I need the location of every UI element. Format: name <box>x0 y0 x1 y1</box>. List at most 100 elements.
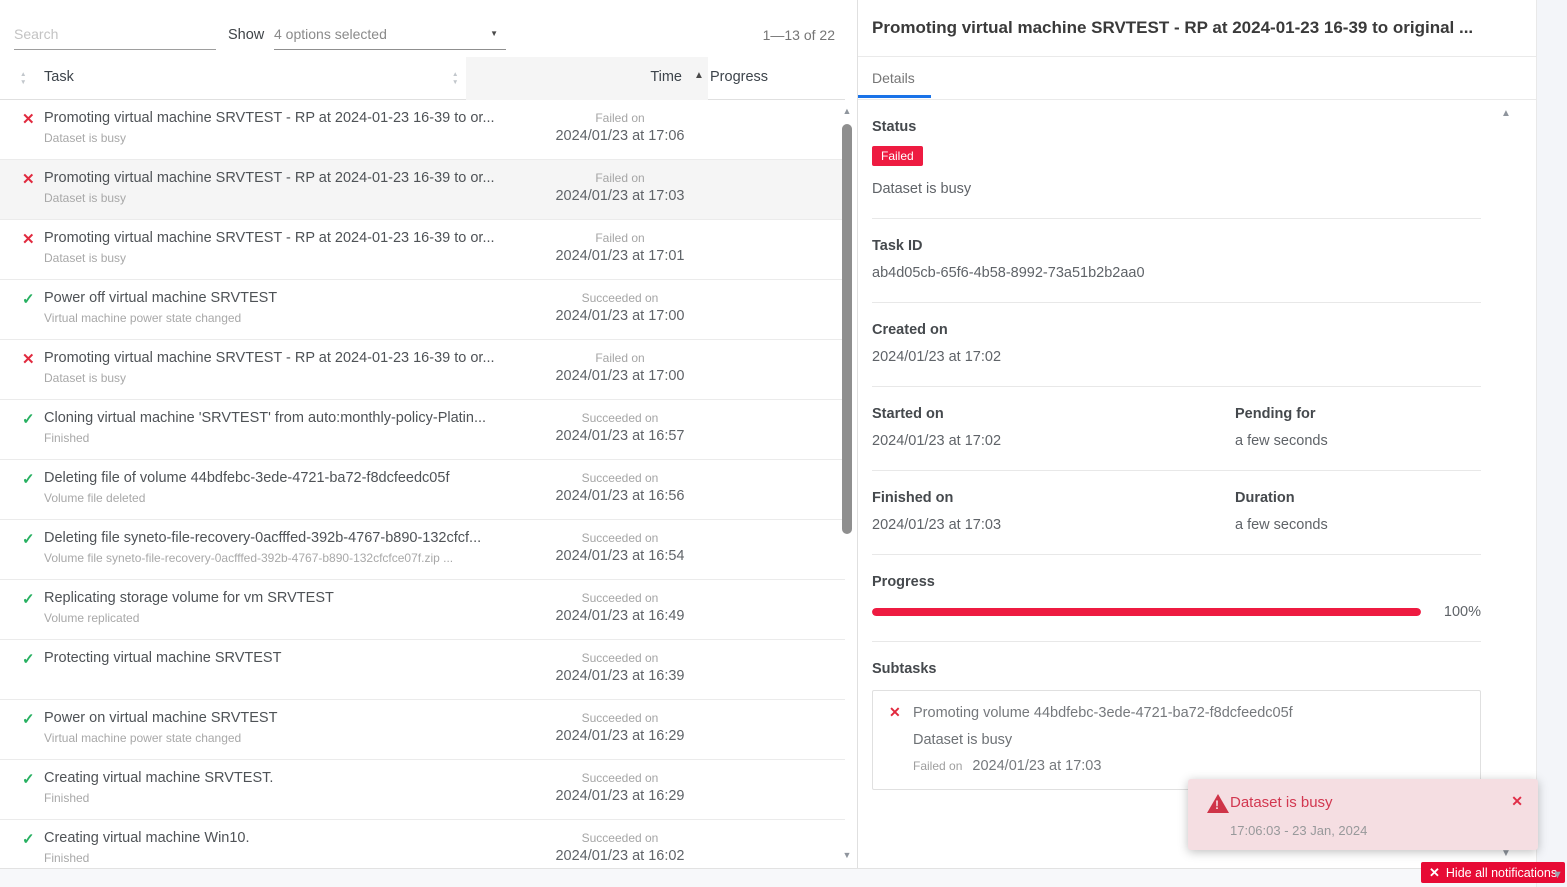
success-icon: ✓ <box>22 290 35 308</box>
created-label: Created on <box>872 322 1481 338</box>
task-subtitle: Finished <box>44 851 89 865</box>
task-row[interactable]: ✕ Promoting virtual machine SRVTEST - RP… <box>0 160 845 220</box>
task-time-value: 2024/01/23 at 17:01 <box>470 248 770 264</box>
task-row[interactable]: ✕ Promoting virtual machine SRVTEST - RP… <box>0 100 845 160</box>
column-header-progress[interactable]: Progress <box>710 69 768 85</box>
task-subtitle: Finished <box>44 431 89 445</box>
success-icon: ✓ <box>22 710 35 728</box>
column-header-task[interactable]: Task <box>44 69 74 85</box>
close-icon: ✕ <box>1429 865 1440 881</box>
task-subtitle: Volume file deleted <box>44 491 145 505</box>
close-icon[interactable]: ✕ <box>1511 793 1523 810</box>
task-title: Promoting virtual machine SRVTEST - RP a… <box>44 110 495 126</box>
task-subtitle: Dataset is busy <box>44 191 126 205</box>
task-time-label: Failed on <box>470 171 770 185</box>
task-time-label: Succeeded on <box>470 591 770 605</box>
task-row[interactable]: ✓ Cloning virtual machine 'SRVTEST' from… <box>0 400 845 460</box>
task-row[interactable]: ✓ Replicating storage volume for vm SRVT… <box>0 580 845 640</box>
started-label: Started on <box>872 406 1235 422</box>
task-title: Promoting virtual machine SRVTEST - RP a… <box>44 350 495 366</box>
task-time-label: Succeeded on <box>470 771 770 785</box>
task-time-cell: Succeeded on 2024/01/23 at 16:57 <box>470 400 770 459</box>
created-value: 2024/01/23 at 17:02 <box>872 349 1481 365</box>
success-icon: ✓ <box>22 830 35 848</box>
failed-icon: ✕ <box>22 230 35 248</box>
table-header: ▲▼ Task ▲▼ Time ▲ Progress <box>0 55 845 100</box>
progress-section: Progress 100% <box>872 555 1481 642</box>
status-filter-select[interactable]: 4 options selected ▼ <box>274 20 506 50</box>
task-id-section: Task ID ab4d05cb-65f6-4b58-8992-73a51b2b… <box>872 219 1481 303</box>
task-title: Power on virtual machine SRVTEST <box>44 710 277 726</box>
page-scrollbar-gutter[interactable] <box>1536 0 1567 887</box>
task-row[interactable]: ✓ Deleting file of volume 44bdfebc-3ede-… <box>0 460 845 520</box>
failed-icon: ✕ <box>22 350 35 368</box>
task-time-cell: Succeeded on 2024/01/23 at 16:29 <box>470 700 770 759</box>
task-row[interactable]: ✓ Power off virtual machine SRVTEST Virt… <box>0 280 845 340</box>
task-row[interactable]: ✓ Deleting file syneto-file-recovery-0ac… <box>0 520 845 580</box>
task-row[interactable]: ✓ Creating virtual machine Win10. Finish… <box>0 820 845 868</box>
task-time-cell: Succeeded on 2024/01/23 at 16:54 <box>470 520 770 579</box>
detail-tab-bar: Details <box>858 57 1536 100</box>
task-time-cell: Succeeded on 2024/01/23 at 16:56 <box>470 460 770 519</box>
task-title: Creating virtual machine Win10. <box>44 830 250 846</box>
detail-content: Status Failed Dataset is busy Task ID ab… <box>872 100 1481 811</box>
task-time-label: Succeeded on <box>470 651 770 665</box>
status-label: Status <box>872 119 1481 135</box>
task-title: Deleting file syneto-file-recovery-0acff… <box>44 530 481 546</box>
failed-icon: ✕ <box>22 170 35 188</box>
duration-value: a few seconds <box>1235 517 1481 533</box>
hide-all-notifications-button[interactable]: ✕ Hide all notifications <box>1421 862 1565 883</box>
scroll-up-icon[interactable]: ▲ <box>840 106 854 116</box>
started-value: 2024/01/23 at 17:02 <box>872 433 1235 449</box>
task-title: Cloning virtual machine 'SRVTEST' from a… <box>44 410 486 426</box>
task-time-value: 2024/01/23 at 16:57 <box>470 428 770 444</box>
task-detail-panel: Promoting virtual machine SRVTEST - RP a… <box>858 0 1536 868</box>
pagination-label: 1—13 of 22 <box>763 27 835 43</box>
task-id-value: ab4d05cb-65f6-4b58-8992-73a51b2b2aa0 <box>872 265 1481 281</box>
column-header-time[interactable]: Time <box>466 69 682 85</box>
task-list-panel: Show 4 options selected ▼ 1—13 of 22 ▲▼ … <box>0 0 858 868</box>
corner-caret-down-icon[interactable]: ▼ <box>1552 869 1563 881</box>
progress-label: Progress <box>872 574 1481 590</box>
task-row[interactable]: ✓ Protecting virtual machine SRVTEST Suc… <box>0 640 845 700</box>
task-title: Replicating storage volume for vm SRVTES… <box>44 590 334 606</box>
sort-icon-task[interactable]: ▲▼ <box>20 72 26 86</box>
task-time-label: Succeeded on <box>470 531 770 545</box>
detail-titlebar: Promoting virtual machine SRVTEST - RP a… <box>858 0 1536 57</box>
hide-all-notifications-label: Hide all notifications <box>1446 866 1557 880</box>
task-time-cell: Failed on 2024/01/23 at 17:00 <box>470 340 770 399</box>
task-row[interactable]: ✓ Power on virtual machine SRVTEST Virtu… <box>0 700 845 760</box>
task-row[interactable]: ✕ Promoting virtual machine SRVTEST - RP… <box>0 220 845 280</box>
sort-ascending-icon: ▲ <box>694 70 704 81</box>
detail-scroll-up-icon[interactable]: ▲ <box>1501 108 1511 119</box>
failed-icon: ✕ <box>889 704 901 721</box>
subtask-failed-time: 2024/01/23 at 17:03 <box>972 758 1101 774</box>
notification-title: Dataset is busy <box>1230 794 1333 811</box>
task-time-label: Failed on <box>470 111 770 125</box>
task-time-cell: Failed on 2024/01/23 at 17:06 <box>470 100 770 159</box>
task-id-label: Task ID <box>872 238 1481 254</box>
status-filter-value: 4 options selected <box>274 26 387 42</box>
task-row[interactable]: ✓ Creating virtual machine SRVTEST. Fini… <box>0 760 845 820</box>
task-time-label: Succeeded on <box>470 831 770 845</box>
tab-details[interactable]: Details <box>858 57 931 98</box>
task-row[interactable]: ✕ Promoting virtual machine SRVTEST - RP… <box>0 340 845 400</box>
task-time-cell: Succeeded on 2024/01/23 at 16:39 <box>470 640 770 699</box>
status-message: Dataset is busy <box>872 181 1481 197</box>
task-time-value: 2024/01/23 at 16:02 <box>470 848 770 864</box>
finished-value: 2024/01/23 at 17:03 <box>872 517 1235 533</box>
detail-title: Promoting virtual machine SRVTEST - RP a… <box>872 18 1473 38</box>
subtask-item: ✕ Promoting volume 44bdfebc-3ede-4721-ba… <box>872 690 1481 790</box>
task-time-value: 2024/01/23 at 17:00 <box>470 368 770 384</box>
sort-icon-middle[interactable]: ▲▼ <box>452 72 458 86</box>
started-section: Started on 2024/01/23 at 17:02 Pending f… <box>872 387 1481 471</box>
task-subtitle: Volume replicated <box>44 611 139 625</box>
task-time-value: 2024/01/23 at 16:54 <box>470 548 770 564</box>
task-subtitle: Finished <box>44 791 89 805</box>
scrollbar-thumb[interactable] <box>842 124 852 534</box>
search-input[interactable] <box>14 20 216 50</box>
scroll-down-icon[interactable]: ▼ <box>840 850 854 860</box>
task-time-label: Succeeded on <box>470 471 770 485</box>
task-time-cell: Failed on 2024/01/23 at 17:03 <box>470 160 770 219</box>
task-subtitle: Volume file syneto-file-recovery-0acfffe… <box>44 551 453 565</box>
